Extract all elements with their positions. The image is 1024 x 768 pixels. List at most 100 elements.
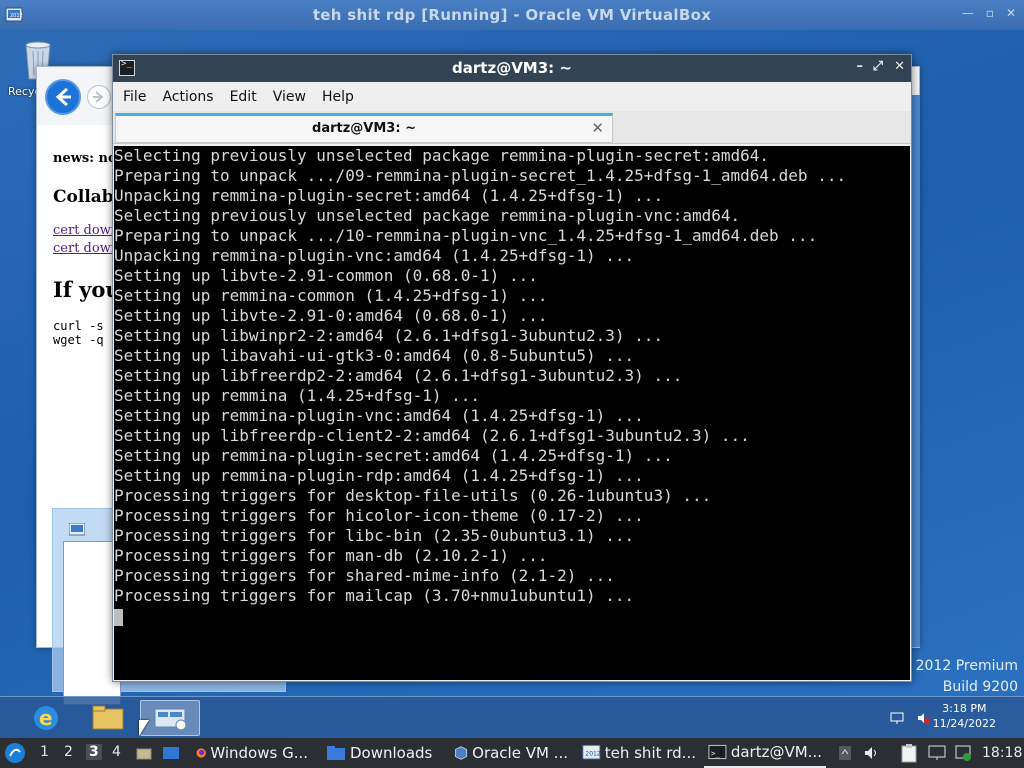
taskbar-internet-explorer[interactable]: e [16,700,76,736]
workspace-2[interactable]: 2 [64,744,73,760]
back-arrow-icon [55,87,71,107]
start-menu-button[interactable] [4,738,28,768]
terminal-icon: >_ [708,744,727,760]
workspace-4[interactable]: 4 [112,744,121,760]
terminal-line: Processing triggers for mailcap (3.70+nm… [114,586,635,605]
terminal-line: Setting up remmina-plugin-secret:amd64 (… [114,446,673,465]
close-icon[interactable]: ✕ [1006,6,1016,20]
windows-edition-watermark: r 2012 Premium Build 9200 [905,656,1018,698]
clock-time: 3:18 PM [942,702,987,715]
terminal-line: Selecting previously unselected package … [114,206,741,225]
terminal-line: Preparing to unpack .../10-remmina-plugi… [114,226,818,245]
forward-button[interactable] [87,85,111,109]
clipboard-button[interactable] [900,738,920,768]
back-button[interactable] [45,79,81,115]
menu-actions[interactable]: Actions [156,83,219,111]
terminal-line: Setting up libfreerdp-client2-2:amd64 (2… [114,426,750,445]
clock-date: 11/24/2022 [932,717,996,730]
minimize-icon[interactable]: — [962,6,974,20]
page-news-text: news: no [53,151,117,166]
show-desktop-button[interactable] [136,738,154,768]
terminal-tab[interactable]: dartz@VM3: ~ ✕ [115,113,613,143]
qterminal-window[interactable]: dartz@VM3: ~ – ⤢ ✕ File Actions Edit Vie… [112,54,912,682]
workspace-3[interactable]: 3 [86,744,102,760]
firefox-icon [196,748,206,758]
folder-icon [327,746,345,760]
internet-explorer-icon: e [34,706,58,730]
task-label: Downloads [350,744,433,762]
virtualbox-icon [455,746,468,760]
network-button[interactable] [954,738,974,768]
terminal-titlebar[interactable]: dartz@VM3: ~ – ⤢ ✕ [113,55,911,82]
task-label: dartz@VM... [730,743,822,761]
server-manager-icon [154,708,187,731]
terminal-line: Processing triggers for libc-bin (2.35-0… [114,526,635,545]
build-text: Build 9200 [942,679,1018,695]
terminal-prompt-line [114,606,910,626]
terminal-tab-bar: dartz@VM3: ~ ✕ [113,111,911,144]
terminal-line: Unpacking remmina-plugin-secret:amd64 (1… [114,186,664,205]
terminal-line: Setting up remmina-common (1.4.25+dfsg-1… [114,286,548,305]
menu-help[interactable]: Help [316,83,360,111]
svg-text:e: e [39,706,53,730]
cert-download-link[interactable]: cert down [53,241,119,256]
code-line: curl -s [53,319,104,333]
window-list-button[interactable] [162,738,182,768]
windows-taskbar: e 3:18 PM 11/24/2022 [0,696,1024,738]
terminal-line: Setting up remmina-plugin-rdp:amd64 (1.4… [114,466,644,485]
windows-icon [163,747,179,759]
speaker-muted-tray-icon[interactable] [916,711,930,725]
terminal-line: Setting up libvte-2.91-common (0.68.0-1)… [114,266,538,285]
code-line: wget -q [53,333,104,347]
vm-window-icon: 2012 [582,744,601,760]
panel-scroll-button[interactable] [838,738,854,768]
menu-file[interactable]: File [117,83,152,111]
window-thumbnail-icon [69,523,85,536]
menu-edit[interactable]: Edit [224,83,263,111]
task-firefox[interactable]: Windows G... [192,738,312,768]
scroll-up-icon [839,746,851,760]
task-virtualbox-manager[interactable]: Oracle VM ... [450,738,572,768]
workspace-1[interactable]: 1 [40,744,49,760]
terminal-line: Setting up remmina (1.4.25+dfsg-1) ... [114,386,481,405]
terminal-menubar: File Actions Edit View Help [113,83,911,111]
minimize-icon[interactable]: – [857,59,864,74]
task-vm-window[interactable]: 2012 teh shit rd... [578,738,700,768]
terminal-window-title: dartz@VM3: ~ [452,59,572,77]
tab-close-icon[interactable]: ✕ [591,119,604,137]
terminal-line: Preparing to unpack .../09-remmina-plugi… [114,166,847,185]
restore-icon[interactable]: ▫ [986,6,994,20]
page-subheading: If you [53,277,121,302]
task-terminal[interactable]: >_ dartz@VM... [704,738,826,768]
volume-button[interactable] [862,738,882,768]
task-downloads[interactable]: Downloads [322,738,442,768]
speaker-icon [865,747,876,759]
terminal-cursor [114,609,123,626]
monitor-icon [928,745,946,760]
virtualbox-titlebar[interactable]: 2012 teh shit rdp [Running] - Oracle VM … [0,0,1024,30]
terminal-line: Processing triggers for shared-mime-info… [114,566,615,585]
terminal-line: Setting up libfreerdp2-2:amd64 (2.6.1+df… [114,366,683,385]
show-desktop-icon [136,748,152,760]
cert-download-link[interactable]: cert down [53,223,119,238]
display-button[interactable] [928,738,948,768]
maximize-icon[interactable]: ⤢ [873,59,883,74]
terminal-output[interactable]: Selecting previously unselected package … [114,146,910,680]
clock-time: 18:18 [982,745,1023,761]
terminal-line: Processing triggers for desktop-file-uti… [114,486,712,505]
terminal-tab-label: dartz@VM3: ~ [312,121,416,136]
menu-view[interactable]: View [267,83,312,111]
terminal-line: Setting up libvte-2.91-0:amd64 (0.68.0-1… [114,306,548,325]
network-tray-icon[interactable] [890,711,904,725]
network-icon [955,745,971,761]
close-icon[interactable]: ✕ [894,59,905,74]
lubuntu-logo-icon [5,743,25,763]
taskbar-server-manager[interactable] [140,700,200,736]
windows-clock[interactable]: 3:18 PM 11/24/2022 [933,701,996,731]
page-heading: Collab [53,187,114,207]
file-explorer-icon [92,705,124,730]
taskbar-file-explorer[interactable] [78,700,138,736]
panel-clock[interactable]: 18:18 [982,738,1022,768]
mouse-pointer-icon [139,720,149,736]
edition-text: r 2012 Premium [905,658,1018,674]
